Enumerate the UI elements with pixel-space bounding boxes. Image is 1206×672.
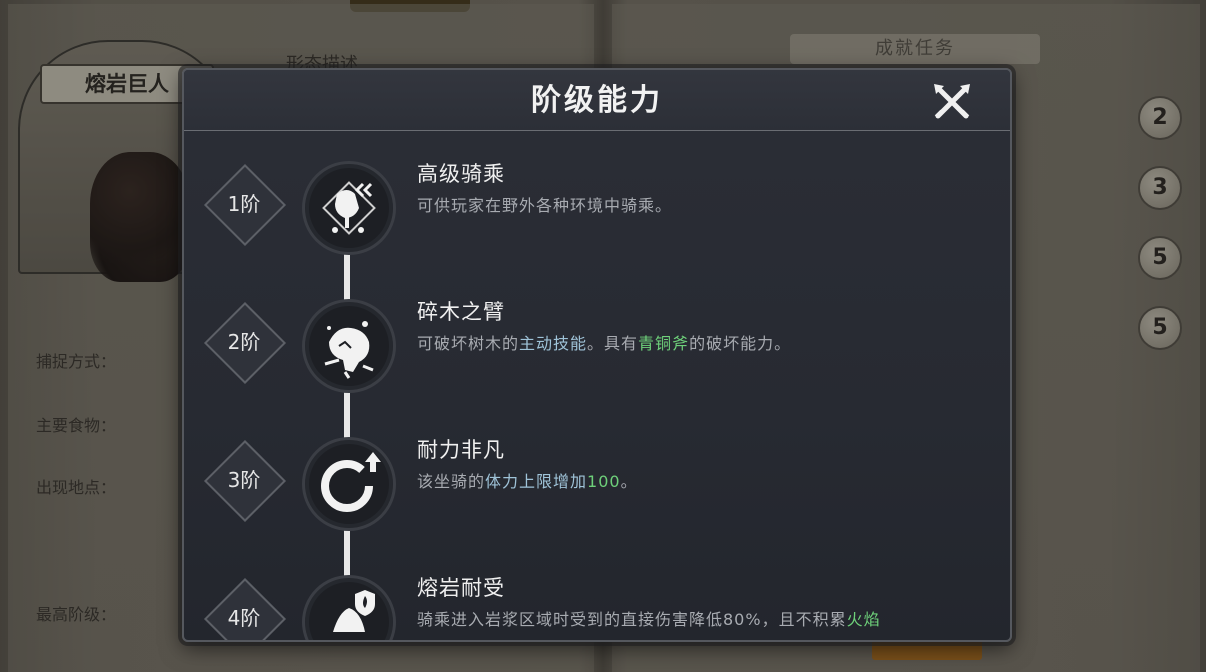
skill-icon-circle	[302, 437, 396, 531]
wood-smash-fist-icon	[324, 321, 374, 379]
close-crossed-swords-icon	[934, 84, 970, 119]
highlight-text: 青铜斧	[638, 334, 690, 353]
skill-description: 该坐骑的体力上限增加100。	[417, 472, 638, 491]
modal-header: 阶级能力	[184, 70, 1010, 131]
skill-icon-circle	[302, 161, 396, 255]
close-button[interactable]	[932, 82, 972, 122]
skill-icon-circle	[302, 575, 396, 640]
highlight-text: 100	[587, 472, 621, 491]
skill-name: 熔岩耐受	[417, 576, 505, 600]
tier-item: 4阶 熔岩耐受 骑乘进入岩浆区域时受到的直接伤害降低80%，且不积累火焰	[184, 575, 1010, 640]
stamina-ring-up-icon	[321, 452, 381, 512]
tier-label: 3阶	[227, 468, 261, 492]
skill-name: 耐力非凡	[417, 438, 505, 462]
tier-label: 1阶	[227, 192, 261, 216]
highlight-text: 体力上限增加	[485, 472, 588, 491]
tier-label: 4阶	[227, 606, 261, 630]
lava-fire-shield-icon	[333, 590, 375, 632]
tier-item: 3阶 耐力非凡 该坐骑的体力上限增加100。	[184, 437, 1010, 540]
skill-name: 碎木之臂	[417, 300, 505, 324]
skill-description: 可供玩家在野外各种环境中骑乘。	[417, 196, 673, 215]
tier-abilities-modal: 阶级能力 1阶 高级骑乘 可供玩家在野外各种环境中骑乘。 2阶 碎木之臂 可破坏…	[182, 68, 1012, 642]
highlight-text: 火焰	[846, 610, 881, 629]
skill-description: 可破坏树木的主动技能。具有青铜斧的破坏能力。	[417, 334, 792, 353]
skill-description: 骑乘进入岩浆区域时受到的直接伤害降低80%，且不积累火焰	[417, 610, 881, 629]
modal-title: 阶级能力	[531, 83, 663, 118]
highlight-text: 主动技能	[519, 334, 588, 353]
riding-saddle-icon	[322, 181, 376, 235]
tier-item: 2阶 碎木之臂 可破坏树木的主动技能。具有青铜斧的破坏能力。	[184, 299, 1010, 402]
tier-label: 2阶	[227, 330, 261, 354]
skill-icon-circle	[302, 299, 396, 393]
skill-name: 高级骑乘	[417, 162, 505, 186]
tier-item: 1阶 高级骑乘 可供玩家在野外各种环境中骑乘。	[184, 161, 1010, 264]
